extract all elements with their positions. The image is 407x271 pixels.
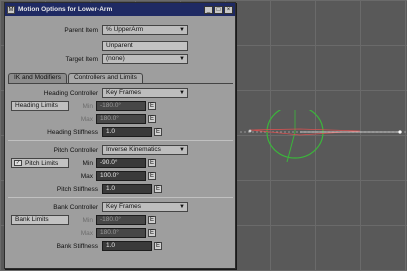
pitch-limits-label: Pitch Limits: [25, 159, 59, 167]
envelope-icon[interactable]: E: [148, 172, 156, 180]
pitch-controller-value: Inverse Kinematics: [106, 146, 161, 153]
chevron-down-icon: ▼: [179, 90, 185, 96]
heading-stiffness-field[interactable]: 1.0: [102, 127, 152, 137]
heading-controller-value: Key Frames: [106, 89, 142, 96]
window-menu-icon[interactable]: M: [7, 5, 15, 14]
bank-max-label: Max: [80, 229, 93, 237]
heading-controller-select[interactable]: Key Frames ▼: [102, 88, 188, 98]
chevron-down-icon: ▼: [179, 204, 185, 210]
parent-item-value: % UpperArm: [106, 26, 144, 33]
bank-stiffness-field[interactable]: 1.0: [102, 241, 152, 251]
envelope-icon[interactable]: E: [148, 102, 156, 110]
target-item-value: (none): [106, 55, 125, 62]
parent-item-label: Parent Item: [64, 26, 98, 34]
envelope-icon[interactable]: E: [148, 159, 156, 167]
envelope-icon[interactable]: E: [148, 216, 156, 224]
chevron-down-icon: ▼: [179, 56, 185, 62]
pitch-max-label: Max: [80, 172, 93, 180]
envelope-icon[interactable]: E: [154, 185, 162, 193]
window-title: Motion Options for Lower-Arm: [18, 6, 113, 13]
pitch-max-field[interactable]: 100.0°: [96, 171, 146, 181]
pitch-limits-toggle[interactable]: ✓ Pitch Limits: [11, 158, 69, 168]
pitch-min-field[interactable]: -90.0°: [96, 158, 146, 168]
tab-controllers-and-limits[interactable]: Controllers and Limits: [67, 73, 143, 83]
bank-min-label: Min: [82, 216, 93, 224]
envelope-icon[interactable]: E: [154, 242, 162, 250]
heading-max-label: Max: [80, 115, 93, 123]
parent-item-select[interactable]: % UpperArm ▼: [102, 25, 188, 35]
tab-strip: IK and Modifiers Controllers and Limits: [8, 73, 143, 83]
bank-controller-select[interactable]: Key Frames ▼: [102, 202, 188, 212]
heading-stiffness-label: Heading Stiffness: [47, 128, 98, 136]
maximize-button[interactable]: □: [214, 5, 223, 14]
minimize-button[interactable]: _: [204, 5, 213, 14]
title-bar[interactable]: M Motion Options for Lower-Arm _ □ ×: [5, 3, 235, 16]
section-divider: [8, 197, 233, 198]
unparent-button[interactable]: Unparent: [102, 41, 188, 51]
checkmark-icon: ✓: [14, 160, 22, 166]
section-divider: [8, 140, 233, 141]
heading-min-field[interactable]: -180.0°: [96, 101, 146, 111]
heading-max-field[interactable]: 180.0°: [96, 114, 146, 124]
pitch-min-label: Min: [82, 159, 93, 167]
motion-options-dialog: M Motion Options for Lower-Arm _ □ × Par…: [4, 2, 236, 269]
envelope-icon[interactable]: E: [154, 128, 162, 136]
bank-controller-label: Bank Controller: [53, 203, 98, 211]
bank-controller-value: Key Frames: [106, 203, 142, 210]
bank-stiffness-label: Bank Stiffness: [56, 242, 98, 250]
heading-min-label: Min: [82, 102, 93, 110]
heading-controller-label: Heading Controller: [43, 89, 98, 97]
pitch-stiffness-label: Pitch Stiffness: [56, 185, 98, 193]
ik-rig-handle[interactable]: [240, 110, 407, 170]
tab-divider: [8, 83, 233, 84]
bank-min-field[interactable]: -180.0°: [96, 215, 146, 225]
pitch-controller-select[interactable]: Inverse Kinematics ▼: [102, 145, 188, 155]
envelope-icon[interactable]: E: [148, 229, 156, 237]
target-item-select[interactable]: (none) ▼: [102, 54, 188, 64]
close-button[interactable]: ×: [224, 5, 233, 14]
target-item-label: Target Item: [65, 55, 98, 63]
pitch-stiffness-field[interactable]: 1.0: [102, 184, 152, 194]
chevron-down-icon: ▼: [179, 147, 185, 153]
bank-max-field[interactable]: 180.0°: [96, 228, 146, 238]
chevron-down-icon: ▼: [179, 27, 185, 33]
heading-limits-toggle[interactable]: Heading Limits: [11, 101, 69, 111]
tab-ik-and-modifiers[interactable]: IK and Modifiers: [8, 73, 67, 83]
envelope-icon[interactable]: E: [148, 115, 156, 123]
bank-limits-toggle[interactable]: Bank Limits: [11, 215, 69, 225]
pitch-controller-label: Pitch Controller: [53, 146, 98, 154]
